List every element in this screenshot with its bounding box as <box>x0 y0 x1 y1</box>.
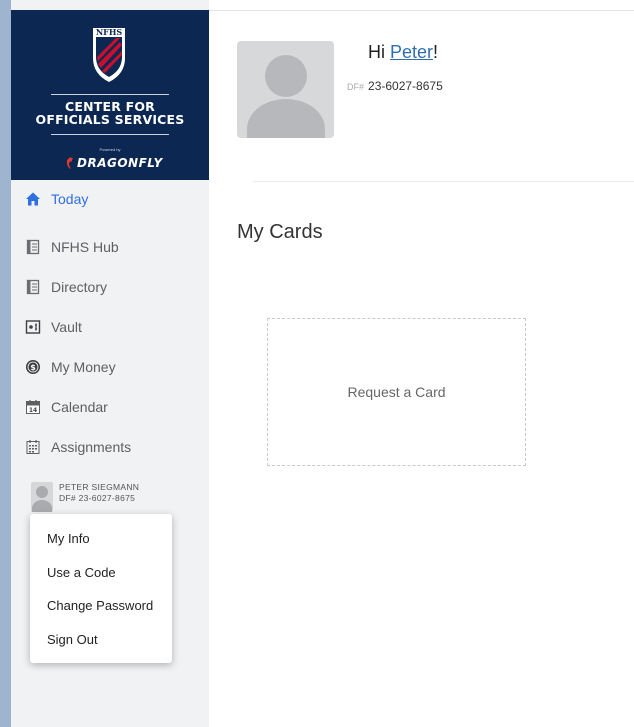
sidebar-item-today[interactable]: Today <box>25 188 88 210</box>
user-menu-dropdown: My Info Use a Code Change Password Sign … <box>30 514 172 663</box>
sidebar-item-label: Calendar <box>51 399 108 415</box>
menu-item-my-info[interactable]: My Info <box>47 531 90 546</box>
app-root: NFHS CENTER FOR OFFICIALS SERVICES Power… <box>0 0 634 727</box>
nfhs-shield-logo: NFHS <box>93 27 125 82</box>
section-title-my-cards: My Cards <box>237 221 323 243</box>
dragonfly-wordmark: DRAGONFLY <box>77 156 163 170</box>
sidebar-item-directory[interactable]: Directory <box>25 276 107 298</box>
money-icon: $ <box>26 360 40 374</box>
sidebar-item-label: Assignments <box>51 439 132 455</box>
assignments-icon <box>26 440 40 454</box>
home-icon <box>26 192 40 206</box>
sidebar-item-label: Vault <box>51 319 82 335</box>
sidebar-item-assignments[interactable]: Assignments <box>25 436 131 458</box>
user-name: PETER SIEGMANN <box>59 482 140 492</box>
df-label: DF# <box>347 82 365 92</box>
sidebar-item-calendar[interactable]: 14 Calendar <box>25 396 108 418</box>
greeting-prefix: Hi <box>368 42 390 62</box>
greeting: Hi Peter! <box>368 42 438 63</box>
top-divider <box>209 10 634 11</box>
profile-photo[interactable] <box>237 41 334 138</box>
vault-icon <box>25 320 41 334</box>
avatar <box>31 482 53 512</box>
svg-text:14: 14 <box>29 407 37 414</box>
section-divider <box>253 181 634 182</box>
profile-name-link[interactable]: Peter <box>390 42 433 62</box>
sidebar-item-label: My Money <box>51 359 116 375</box>
svg-text:$: $ <box>30 363 36 372</box>
brand-divider <box>51 134 169 135</box>
powered-by-label: Powered by <box>99 147 121 152</box>
menu-item-use-a-code[interactable]: Use a Code <box>47 565 116 580</box>
document-icon <box>26 239 40 255</box>
request-card-button[interactable]: Request a Card <box>267 318 526 466</box>
calendar-icon: 14 <box>26 400 40 414</box>
menu-item-change-password[interactable]: Change Password <box>47 598 153 613</box>
user-account-toggle[interactable]: PETER SIEGMANN DF# 23-6027-8675 <box>31 482 139 512</box>
greeting-suffix: ! <box>433 42 439 62</box>
df-number: 23-6027-8675 <box>368 79 443 93</box>
sidebar-item-label: NFHS Hub <box>51 239 119 255</box>
user-df-number: DF# 23-6027-8675 <box>59 493 136 503</box>
sidebar-item-vault[interactable]: Vault <box>25 316 82 338</box>
menu-item-sign-out[interactable]: Sign Out <box>47 632 98 647</box>
document-icon <box>26 279 40 295</box>
svg-text:NFHS: NFHS <box>96 27 123 37</box>
brand-title: CENTER FOR OFFICIALS SERVICES <box>11 100 209 126</box>
window-edge <box>0 0 11 727</box>
sidebar-item-label: Directory <box>51 279 108 295</box>
brand-header[interactable]: NFHS CENTER FOR OFFICIALS SERVICES Power… <box>11 10 209 180</box>
sidebar-item-nfhs-hub[interactable]: NFHS Hub <box>25 236 119 258</box>
request-card-label: Request a Card <box>347 384 446 400</box>
brand-divider <box>51 94 169 95</box>
main-content: Hi Peter! DF# 23-6027-8675 My Cards Reque… <box>209 0 634 727</box>
user-info: PETER SIEGMANN DF# 23-6027-8675 <box>59 482 139 504</box>
sidebar-item-label: Today <box>51 191 89 207</box>
sidebar-item-my-money[interactable]: $ My Money <box>25 356 116 378</box>
dragonfly-logo: DRAGONFLY <box>65 155 163 171</box>
df-number-line: DF# 23-6027-8675 <box>347 79 443 93</box>
brand-title-line2: OFFICIALS SERVICES <box>35 112 185 127</box>
dragonfly-mark-icon <box>66 157 73 169</box>
